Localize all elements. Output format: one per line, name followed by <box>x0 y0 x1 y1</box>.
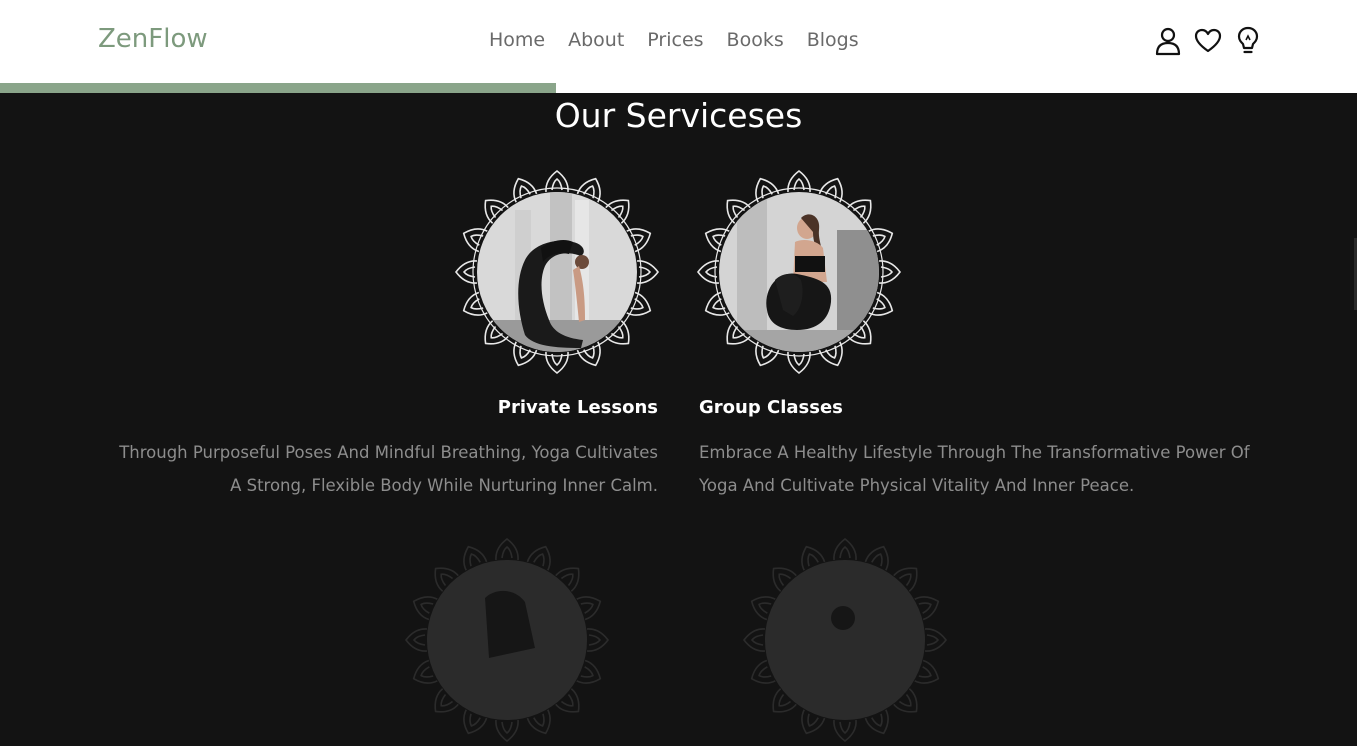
main-nav: Home About Prices Books Blogs <box>489 29 859 51</box>
mandala-petal-inner <box>871 553 883 567</box>
description-line: Through Purposeful Poses And Mindful Bre… <box>119 443 658 462</box>
mandala-petal-inner <box>470 234 484 246</box>
mandala-petal-inner <box>807 713 819 727</box>
mandala-petal-inner <box>440 693 454 707</box>
mandala-petal-inner <box>898 573 912 587</box>
mandala-petal-inner <box>630 298 644 310</box>
mandala-petal-inner <box>839 545 851 559</box>
mandala-petal-inner <box>872 234 886 246</box>
mandala-petal-inner <box>533 553 545 567</box>
group-classes-image <box>696 169 902 375</box>
mandala-petal-inner <box>712 234 726 246</box>
lightbulb-icon[interactable] <box>1234 26 1262 56</box>
mandala-petal-inner <box>918 666 932 678</box>
mandala-petal-inner <box>761 185 773 199</box>
mandala-petal-inner <box>825 345 837 359</box>
mandala-petal-inner <box>580 666 594 678</box>
mandala-petal-inner <box>469 713 481 727</box>
site-header: ZenFlow Home About Prices Books Blogs <box>0 0 1357 93</box>
section-title: Our Serviceses <box>554 96 803 135</box>
private-lessons-image <box>454 169 660 375</box>
mandala-petal-inner <box>750 634 764 646</box>
service-image-faded <box>404 537 610 743</box>
mandala-petal-inner <box>501 545 513 559</box>
mandala-petal-inner <box>470 298 484 310</box>
logo[interactable]: ZenFlow <box>98 24 208 54</box>
group-classes-title: Group Classes <box>699 397 843 418</box>
mandala-petal <box>586 628 610 652</box>
mandala-petal <box>495 537 519 561</box>
scroll-progress-bar <box>0 83 1357 93</box>
mandala-petal-inner <box>580 602 594 614</box>
user-icon[interactable] <box>1154 26 1182 56</box>
service-image-faded <box>742 537 948 743</box>
mandala-petal-inner <box>519 185 531 199</box>
mandala-petal <box>833 719 857 743</box>
nav-link-books[interactable]: Books <box>727 29 784 51</box>
nav-link-home[interactable]: Home <box>489 29 545 51</box>
mandala-petal-inner <box>560 693 574 707</box>
mandala-petal-inner <box>825 185 837 199</box>
nav-link-prices[interactable]: Prices <box>647 29 703 51</box>
mandala-petal-inner <box>469 553 481 567</box>
mandala-petal <box>924 628 948 652</box>
mandala-petal-inner <box>871 713 883 727</box>
private-lessons-title: Private Lessons <box>497 397 658 418</box>
description-line: Embrace A Healthy Lifestyle Through The … <box>699 443 1250 462</box>
mandala-petal-inner <box>533 713 545 727</box>
mandala-petal-inner <box>758 666 772 678</box>
mandala-petal-inner <box>420 666 434 678</box>
nav-link-blogs[interactable]: Blogs <box>807 29 859 51</box>
mandala-petal-inner <box>898 693 912 707</box>
mandala-petal <box>742 628 766 652</box>
mandala-petal-inner <box>630 234 644 246</box>
mandala-petal-inner <box>583 185 595 199</box>
mandala-petal-inner <box>588 634 602 646</box>
mandala-petal <box>404 628 428 652</box>
mandala-petal-inner <box>807 553 819 567</box>
mandala-petal-inner <box>440 573 454 587</box>
mandala-petal-inner <box>583 345 595 359</box>
mandala-petal-inner <box>778 693 792 707</box>
mandala-petal-inner <box>778 573 792 587</box>
mandala-petal-inner <box>761 345 773 359</box>
nav-link-about[interactable]: About <box>568 29 624 51</box>
mandala-petal <box>495 719 519 743</box>
mandala-petal <box>833 537 857 561</box>
mandala-petal-inner <box>519 345 531 359</box>
mandala-petal-inner <box>412 634 426 646</box>
private-lessons-description: Through Purposeful Poses And Mindful Bre… <box>90 436 658 502</box>
mandala-petal-inner <box>420 602 434 614</box>
mandala-petal-inner <box>926 634 940 646</box>
description-line: A Strong, Flexible Body While Nurturing … <box>230 476 658 495</box>
group-classes-description: Embrace A Healthy Lifestyle Through The … <box>699 436 1299 502</box>
header-icons <box>1154 26 1262 56</box>
scroll-progress-fill <box>0 83 557 93</box>
heart-icon[interactable] <box>1194 26 1222 56</box>
mandala-petal-inner <box>712 298 726 310</box>
mandala-petal-inner <box>872 298 886 310</box>
mandala-petal-inner <box>758 602 772 614</box>
description-line: Yoga And Cultivate Physical Vitality And… <box>699 476 1135 495</box>
mandala-petal-inner <box>918 602 932 614</box>
mandala-petal-inner <box>839 721 851 735</box>
mandala-petal-inner <box>560 573 574 587</box>
mandala-petal-inner <box>501 721 513 735</box>
